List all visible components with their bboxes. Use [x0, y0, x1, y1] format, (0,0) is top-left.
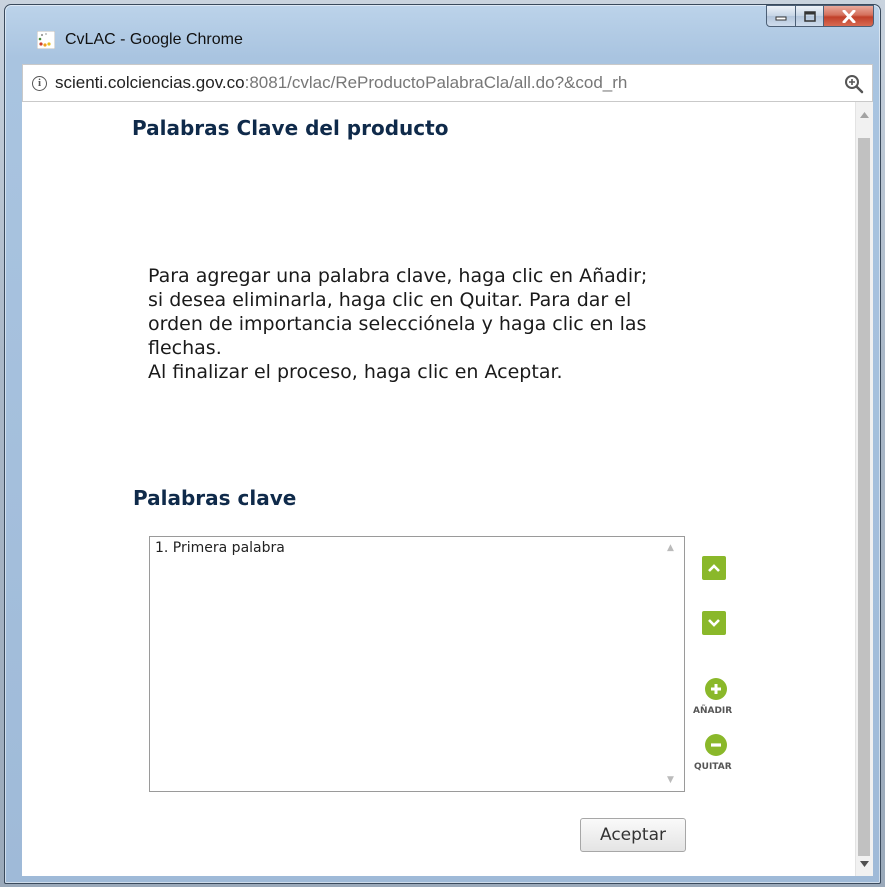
page-title: Palabras Clave del producto [132, 116, 449, 140]
arrow-down-icon [708, 619, 720, 627]
instructions-line: orden de importancia selecciónela y haga… [148, 313, 647, 335]
instructions-line: Al finalizar el proceso, haga clic en Ac… [148, 361, 563, 383]
instructions-line: si desea eliminarla, haga clic en Quitar… [148, 289, 632, 311]
add-keyword-button[interactable] [705, 678, 727, 700]
keywords-heading: Palabras clave [133, 486, 297, 510]
plus-circle-icon [711, 684, 721, 694]
remove-keyword-label[interactable]: QUITAR [694, 762, 732, 772]
scroll-up-icon[interactable] [856, 106, 873, 123]
page-scrollbar[interactable] [855, 102, 873, 876]
remove-keyword-button[interactable] [705, 734, 727, 756]
page-content: Palabras Clave del producto Para agregar… [22, 102, 855, 876]
url-path: :8081/cvlac/ReProductoPalabraCla/all.do?… [244, 73, 628, 92]
scroll-down-icon[interactable] [856, 855, 873, 872]
arrow-up-icon [708, 564, 720, 572]
chrome-icon [37, 31, 55, 49]
title-bar[interactable]: CvLAC - Google Chrome [5, 5, 880, 53]
listbox-scrollbar[interactable]: ▲ ▼ [662, 537, 684, 791]
move-down-button[interactable] [702, 611, 726, 635]
minimize-icon [775, 16, 787, 21]
maximize-button[interactable] [796, 5, 824, 27]
close-icon [842, 9, 855, 23]
keywords-listbox[interactable]: 1. Primera palabra ▲ ▼ [149, 536, 685, 792]
window-controls [766, 5, 874, 27]
instructions-text: Para agregar una palabra clave, haga cli… [148, 264, 768, 384]
maximize-icon [803, 10, 816, 22]
close-button[interactable] [824, 5, 874, 27]
url-host: scienti.colciencias.gov.co [55, 73, 245, 92]
info-icon[interactable]: i [32, 75, 47, 91]
listbox-scroll-up-icon[interactable]: ▲ [667, 543, 674, 553]
scroll-thumb[interactable] [858, 138, 870, 856]
minimize-button[interactable] [766, 5, 796, 27]
instructions-line: Para agregar una palabra clave, haga cli… [148, 265, 648, 287]
instructions-line: flechas. [148, 337, 222, 359]
window-title: CvLAC - Google Chrome [65, 31, 243, 48]
minus-circle-icon [711, 743, 721, 747]
url-text[interactable]: scienti.colciencias.gov.co:8081/cvlac/Re… [55, 73, 627, 93]
accept-button[interactable]: Aceptar [580, 818, 686, 852]
add-keyword-label[interactable]: AÑADIR [693, 706, 732, 716]
address-bar[interactable]: i scienti.colciencias.gov.co:8081/cvlac/… [22, 64, 873, 102]
list-item[interactable]: 1. Primera palabra [155, 540, 285, 556]
listbox-scroll-down-icon[interactable]: ▼ [667, 775, 674, 785]
move-up-button[interactable] [702, 556, 726, 580]
zoom-icon[interactable] [844, 74, 864, 94]
